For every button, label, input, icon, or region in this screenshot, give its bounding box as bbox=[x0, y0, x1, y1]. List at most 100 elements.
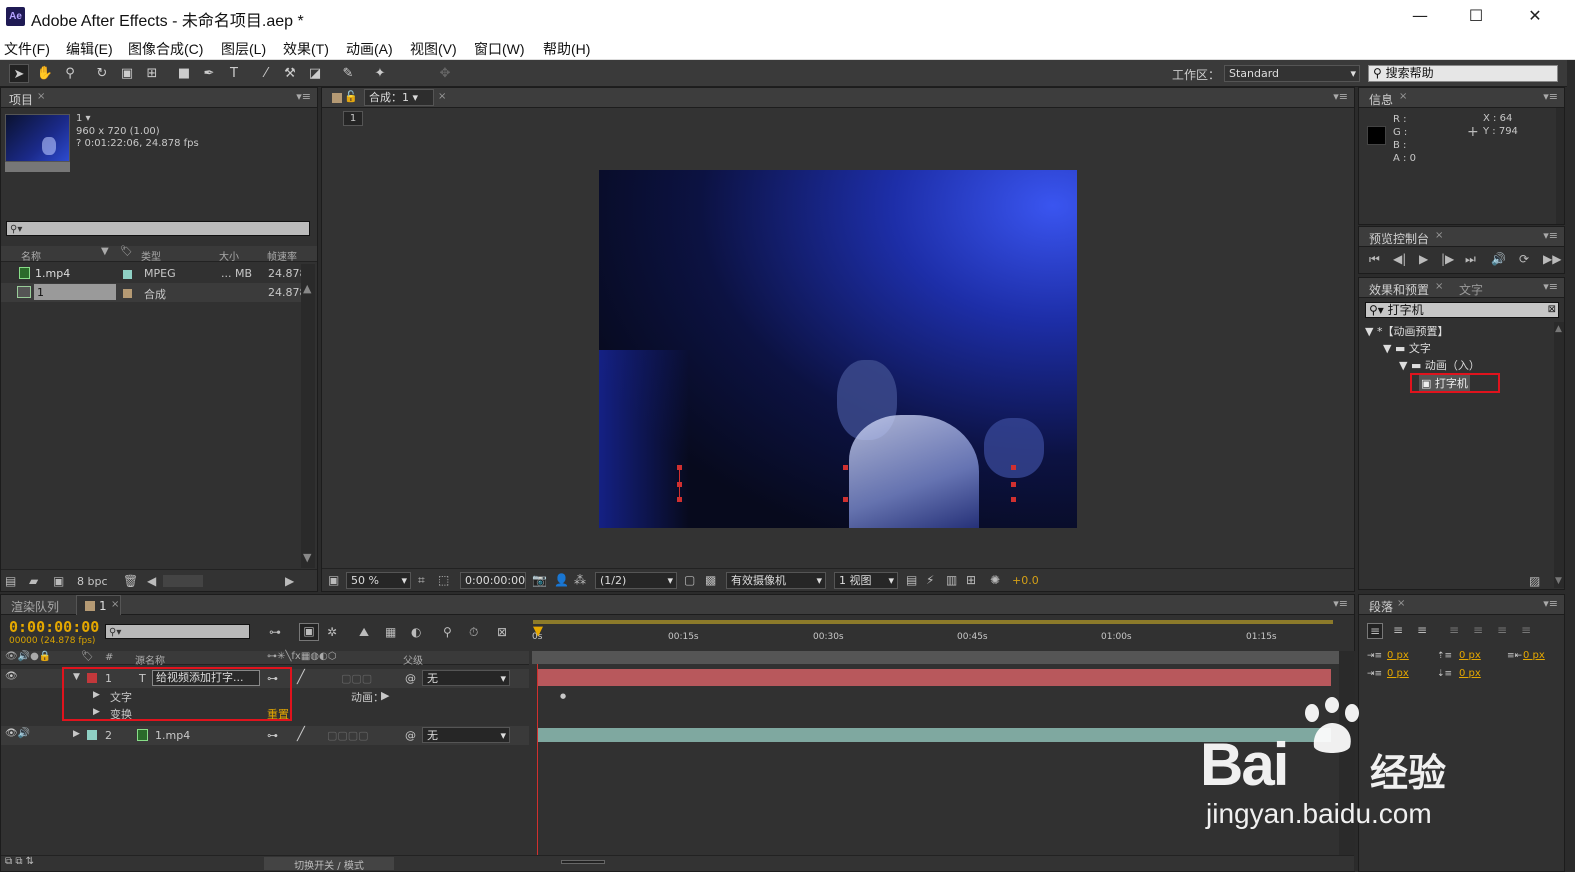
pan-behind-tool-icon[interactable]: ⊞ bbox=[142, 64, 162, 83]
next-frame-icon[interactable]: |▶ bbox=[1441, 252, 1454, 266]
anchor-handle[interactable] bbox=[1011, 497, 1016, 502]
transparency-grid-icon[interactable]: ▩ bbox=[705, 573, 716, 587]
timeline-scrollbar[interactable] bbox=[1339, 651, 1355, 871]
info-tab[interactable]: 信息 × ▾≡ bbox=[1359, 88, 1564, 108]
panel-menu-icon[interactable]: ▾≡ bbox=[1543, 229, 1558, 242]
workspace-dropdown[interactable]: Standard ▾ bbox=[1224, 65, 1360, 82]
align-center-icon[interactable]: ≡ bbox=[1393, 623, 1403, 637]
draft-3d-icon[interactable]: ✲ bbox=[327, 625, 337, 639]
tree-item[interactable]: ▼ ▬ 文字 bbox=[1383, 340, 1431, 356]
safe-zones-icon[interactable]: ⌗ bbox=[418, 573, 425, 588]
mask-visibility-icon[interactable]: ⬚ bbox=[438, 573, 449, 587]
work-area-bar[interactable] bbox=[533, 620, 1333, 624]
menu-edit[interactable]: 编辑(E) bbox=[66, 39, 113, 59]
pickwhip-icon[interactable]: @ bbox=[405, 672, 416, 685]
exposure-icon[interactable]: ✺ bbox=[990, 573, 1000, 587]
close-icon[interactable]: ✕ bbox=[1515, 4, 1555, 28]
last-frame-icon[interactable]: ⏭ bbox=[1465, 252, 1476, 267]
timeline-search-input[interactable]: ⚲▾ bbox=[105, 624, 250, 639]
col-source-name[interactable]: 源名称 bbox=[135, 652, 165, 667]
new-folder-icon[interactable]: ▰ bbox=[29, 574, 38, 588]
animate-label[interactable]: 动画： bbox=[351, 689, 384, 705]
current-time-indicator[interactable] bbox=[537, 664, 538, 864]
comp-timeline-tab[interactable]: 1 × bbox=[76, 595, 121, 615]
zoom-tool-icon[interactable]: ⚲ bbox=[60, 64, 80, 83]
auto-keyframe-icon[interactable]: ⏱ bbox=[469, 625, 478, 640]
comp-timecode[interactable]: 0:00:00:00 bbox=[460, 572, 526, 589]
bpc-label[interactable]: 8 bpc bbox=[77, 575, 108, 588]
timeline-icon[interactable]: ▥ bbox=[946, 573, 957, 587]
space-after-value[interactable]: 0 px bbox=[1459, 668, 1481, 679]
panel-menu-icon[interactable]: ▾≡ bbox=[1333, 90, 1348, 103]
pen-tool-icon[interactable]: ✒ bbox=[199, 64, 219, 83]
scroll-thumb[interactable] bbox=[163, 575, 203, 587]
comp-mini-flowchart-icon[interactable]: ⊶ bbox=[263, 625, 287, 639]
previous-frame-icon[interactable]: ◀| bbox=[1393, 252, 1406, 266]
new-preset-icon[interactable]: ▨ bbox=[1529, 574, 1540, 588]
always-preview-icon[interactable]: ▣ bbox=[328, 573, 339, 587]
menu-layer[interactable]: 图层(L) bbox=[221, 39, 266, 59]
rotate-tool-icon[interactable]: ↻ bbox=[92, 64, 112, 83]
character-tab[interactable]: 文字 bbox=[1459, 281, 1483, 298]
layer-row[interactable]: 👁🔊 ▶ 2 1.mp4 ⊶ ╱ ▢▢▢▢ @ 无 ▾ bbox=[1, 726, 529, 745]
zoom-slider[interactable] bbox=[561, 860, 605, 864]
close-icon[interactable]: × bbox=[438, 91, 446, 102]
brush-tool-icon[interactable]: ⁄ bbox=[256, 64, 276, 83]
maximize-icon[interactable]: ☐ bbox=[1456, 4, 1496, 28]
channel-icon[interactable]: ⁂ bbox=[574, 573, 586, 587]
snapshot-icon[interactable]: 📷 bbox=[532, 573, 547, 587]
col-parent[interactable]: 父级 bbox=[403, 652, 423, 667]
menu-window[interactable]: 窗口(W) bbox=[474, 39, 525, 59]
switches-boxes[interactable]: ▢▢▢ bbox=[341, 672, 372, 685]
layer-bar[interactable] bbox=[537, 669, 1331, 686]
minimize-icon[interactable]: — bbox=[1400, 4, 1440, 28]
roto-brush-tool-icon[interactable]: ✎ bbox=[338, 64, 358, 83]
toggle-switches-modes[interactable]: 切换开关 / 模式 bbox=[264, 857, 394, 872]
justify-left-icon[interactable]: ≡ bbox=[1449, 623, 1459, 637]
indent-right-value[interactable]: 0 px bbox=[1523, 650, 1545, 661]
render-queue-tab[interactable]: 渲染队列 bbox=[11, 598, 59, 615]
space-before-value[interactable]: 0 px bbox=[1459, 650, 1481, 661]
flowchart-crumb[interactable]: 1 bbox=[343, 111, 363, 126]
toggle-pixel-aspect-icon[interactable]: ▤ bbox=[906, 573, 917, 587]
graph-editor-icon[interactable]: ⊠ bbox=[497, 625, 507, 639]
live-update-icon[interactable]: ▣ bbox=[299, 623, 319, 641]
region-of-interest-icon[interactable]: ▢ bbox=[684, 573, 695, 587]
effects-scrollbar[interactable]: ▲ ▼ bbox=[1554, 322, 1564, 588]
footer-toggles-icon[interactable]: ⧉ ⧉ ⇅ bbox=[5, 856, 34, 867]
menu-view[interactable]: 视图(V) bbox=[410, 39, 457, 59]
eye-icon[interactable]: 👁🔊 bbox=[5, 728, 30, 739]
close-icon[interactable]: × bbox=[111, 599, 119, 610]
preview-tab[interactable]: 预览控制台 × ▾≡ bbox=[1359, 227, 1564, 247]
col-type[interactable]: 类型 bbox=[141, 248, 161, 263]
puppet-tool-icon[interactable]: ✦ bbox=[370, 64, 390, 83]
close-icon[interactable]: × bbox=[1397, 598, 1405, 609]
time-ruler[interactable]: 0s 00:15s 00:30s 00:45s 01:00s 01:15s ▼ bbox=[529, 617, 1337, 651]
composition-tab[interactable]: 🔓 合成：1 ▾ × ▾≡ bbox=[322, 88, 1354, 108]
frame-blending-icon[interactable]: ▦ bbox=[385, 625, 396, 639]
camera-dropdown[interactable]: 有效摄像机 ▾ bbox=[726, 572, 826, 589]
pickwhip-icon[interactable]: @ bbox=[405, 729, 416, 742]
close-icon[interactable]: × bbox=[1399, 91, 1407, 102]
zoom-dropdown[interactable]: 50 % ▾ bbox=[346, 572, 411, 589]
menu-file[interactable]: 文件(F) bbox=[4, 39, 50, 59]
text-tool-icon[interactable]: T bbox=[224, 64, 244, 83]
time-navigator[interactable] bbox=[532, 651, 1339, 664]
hand-tool-icon[interactable]: ✋ bbox=[35, 64, 55, 83]
project-row[interactable]: 1 合成 24.878 bbox=[1, 283, 307, 302]
align-right-icon[interactable]: ≡ bbox=[1417, 623, 1427, 637]
justify-center-icon[interactable]: ≡ bbox=[1473, 623, 1483, 637]
resolution-dropdown[interactable]: (1/2) ▾ bbox=[595, 572, 677, 589]
lock-icon[interactable]: 🔓 bbox=[344, 90, 358, 103]
col-name[interactable]: 名称 bbox=[21, 248, 41, 263]
paragraph-tab[interactable]: 段落 × ▾≡ bbox=[1359, 595, 1564, 615]
playhead-icon[interactable]: ▼ bbox=[533, 624, 543, 639]
video-frame[interactable] bbox=[599, 170, 1077, 528]
clone-stamp-tool-icon[interactable]: ⚒ bbox=[280, 64, 300, 83]
menu-animation[interactable]: 动画(A) bbox=[346, 39, 393, 59]
label-color[interactable] bbox=[87, 730, 97, 740]
project-tab[interactable]: 项目 × ▾≡ bbox=[1, 88, 317, 108]
menu-effect[interactable]: 效果(T) bbox=[283, 39, 329, 59]
close-icon[interactable]: × bbox=[1435, 230, 1443, 241]
ram-preview-icon[interactable]: ▶▶ bbox=[1543, 252, 1561, 266]
